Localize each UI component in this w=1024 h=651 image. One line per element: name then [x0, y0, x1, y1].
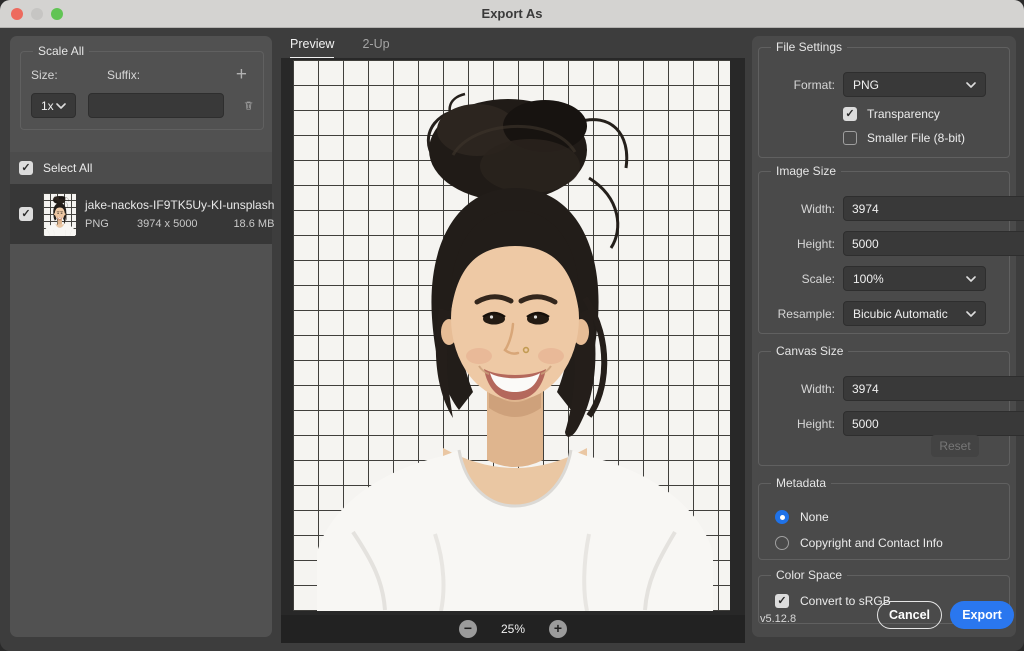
- smaller-file-label: Smaller File (8-bit): [867, 131, 965, 145]
- canvas-size-group: Canvas Size Width: px Height: px Reset: [758, 344, 1010, 466]
- suffix-label: Suffix:: [107, 68, 140, 82]
- color-space-label: Color Space: [771, 568, 847, 582]
- file-meta: jake-nackos-IF9TK5Uy-KI-unsplash PNG 397…: [85, 198, 282, 230]
- select-all-label: Select All: [43, 161, 92, 175]
- file-size: 18.6 MB: [233, 218, 274, 230]
- metadata-none-label: None: [800, 510, 829, 524]
- select-all-row: ✓ Select All: [10, 152, 272, 184]
- image-size-label: Image Size: [771, 164, 841, 178]
- image-size-group: Image Size Width: px Height: px Scale: 1…: [758, 164, 1010, 334]
- metadata-group: Metadata None Copyright and Contact Info: [758, 476, 1010, 560]
- tab-preview[interactable]: Preview: [290, 37, 334, 59]
- settings-sidebar: File Settings Format: PNG ✓ Transparency…: [752, 36, 1016, 637]
- size-label: Size:: [31, 68, 107, 82]
- file-name: jake-nackos-IF9TK5Uy-KI-unsplash: [85, 198, 274, 212]
- chevron-down-icon: [966, 311, 976, 317]
- image-width-label: Width:: [769, 202, 835, 216]
- file-list-item[interactable]: ✓ jake-nackos-IF9TK5Uy-KI-unsplash PNG 3…: [10, 184, 272, 244]
- export-button[interactable]: Export: [950, 601, 1014, 629]
- metadata-label: Metadata: [771, 476, 831, 490]
- canvas-height-input[interactable]: [843, 411, 1024, 436]
- resample-label: Resample:: [769, 307, 835, 321]
- add-scale-button[interactable]: +: [236, 68, 247, 82]
- transparency-checkbox[interactable]: ✓: [843, 107, 857, 121]
- canvas-width-label: Width:: [769, 382, 835, 396]
- export-as-dialog: Export As Scale All Size: Suffix: + 1x: [0, 0, 1024, 651]
- chevron-down-icon: [56, 103, 66, 109]
- file-settings-group: File Settings Format: PNG ✓ Transparency…: [758, 40, 1010, 158]
- zoom-level: 25%: [501, 622, 525, 636]
- scale-dropdown[interactable]: 100%: [843, 266, 986, 291]
- metadata-copyright-radio[interactable]: [775, 536, 789, 550]
- chevron-down-icon: [966, 82, 976, 88]
- scale-value: 100%: [853, 272, 884, 286]
- preview-viewport: [281, 58, 745, 615]
- resample-value: Bicubic Automatic: [853, 307, 948, 321]
- size-value: 1x: [41, 99, 54, 113]
- dialog-footer: v5.12.8 Cancel Export: [752, 599, 1016, 629]
- trash-icon[interactable]: [244, 97, 253, 114]
- format-label: Format:: [769, 78, 835, 92]
- scale-label: Scale:: [769, 272, 835, 286]
- scale-all-group: Scale All Size: Suffix: + 1x: [20, 44, 264, 130]
- zoom-out-icon[interactable]: −: [459, 620, 477, 638]
- canvas-size-label: Canvas Size: [771, 344, 848, 358]
- zoom-bar: − 25% +: [281, 615, 745, 643]
- format-dropdown[interactable]: PNG: [843, 72, 986, 97]
- cancel-button[interactable]: Cancel: [877, 601, 942, 629]
- canvas-width-input[interactable]: [843, 376, 1024, 401]
- size-dropdown[interactable]: 1x: [31, 93, 76, 118]
- reset-button[interactable]: Reset: [931, 435, 979, 457]
- zoom-in-icon[interactable]: +: [549, 620, 567, 638]
- file-checkbox[interactable]: ✓: [19, 207, 33, 221]
- file-format: PNG: [85, 218, 137, 230]
- metadata-copyright-label: Copyright and Contact Info: [800, 536, 943, 550]
- chevron-down-icon: [966, 276, 976, 282]
- scale-all-label: Scale All: [33, 44, 89, 58]
- canvas-height-label: Height:: [769, 417, 835, 431]
- select-all-checkbox[interactable]: ✓: [19, 161, 33, 175]
- window-title: Export As: [0, 6, 1024, 21]
- metadata-none-radio[interactable]: [775, 510, 789, 524]
- resample-dropdown[interactable]: Bicubic Automatic: [843, 301, 986, 326]
- image-width-input[interactable]: [843, 196, 1024, 221]
- image-height-label: Height:: [769, 237, 835, 251]
- file-settings-label: File Settings: [771, 40, 847, 54]
- smaller-file-checkbox[interactable]: [843, 131, 857, 145]
- version-label: v5.12.8: [760, 613, 796, 625]
- preview-image: [293, 60, 730, 611]
- tab-2up[interactable]: 2-Up: [362, 37, 389, 59]
- transparency-label: Transparency: [867, 107, 940, 121]
- file-dimensions: 3974 x 5000: [137, 218, 233, 230]
- suffix-input[interactable]: [88, 93, 223, 118]
- preview-tabs: Preview 2-Up: [290, 37, 390, 59]
- format-value: PNG: [853, 78, 879, 92]
- left-sidebar: Scale All Size: Suffix: + 1x ✓ Select Al…: [10, 36, 272, 637]
- file-thumbnail: [43, 193, 76, 236]
- title-bar: Export As: [0, 0, 1024, 28]
- image-height-input[interactable]: [843, 231, 1024, 256]
